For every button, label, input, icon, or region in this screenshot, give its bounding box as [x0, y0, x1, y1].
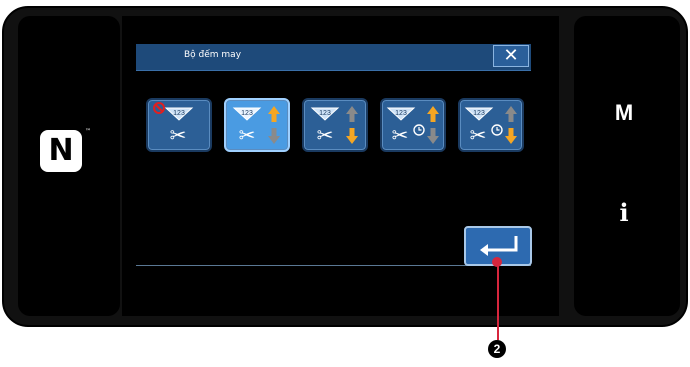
- info-key-button[interactable]: i: [600, 198, 648, 227]
- svg-text:123: 123: [319, 110, 331, 117]
- count-down-timed-button[interactable]: 123 ✂: [458, 98, 524, 152]
- nfc-icon: N: [40, 130, 82, 172]
- counter-disabled-button[interactable]: 123 ✂: [146, 98, 212, 152]
- count-down-button[interactable]: 123 ✂: [302, 98, 368, 152]
- callout-dot: [492, 257, 502, 267]
- svg-text:✂: ✂: [170, 123, 187, 147]
- svg-text:123: 123: [473, 110, 485, 117]
- count-down-icon: 123 ✂: [310, 106, 358, 147]
- right-bezel: [574, 16, 680, 316]
- svg-text:✂: ✂: [317, 123, 334, 147]
- svg-text:✂: ✂: [392, 123, 409, 147]
- count-up-icon: 123 ✂: [232, 106, 280, 147]
- svg-text:123: 123: [395, 110, 407, 117]
- close-button[interactable]: ✕: [493, 45, 529, 67]
- callout-number: 2: [488, 340, 506, 358]
- count-down-timed-icon: 123 ✂: [464, 106, 517, 147]
- svg-text:123: 123: [173, 110, 185, 117]
- callout-line: [497, 261, 499, 340]
- count-up-button[interactable]: 123 ✂: [224, 98, 290, 152]
- svg-text:123: 123: [241, 110, 253, 117]
- counter-disabled-icon: 123 ✂: [153, 102, 194, 147]
- svg-text:✂: ✂: [470, 123, 487, 147]
- svg-text:✂: ✂: [239, 123, 256, 147]
- dialog-title-bar: Bộ đếm may ✕: [136, 44, 531, 71]
- dialog-title: Bộ đếm may: [184, 50, 242, 60]
- count-up-timed-button[interactable]: 123 ✂: [380, 98, 446, 152]
- m-key-button[interactable]: M: [600, 100, 648, 126]
- trademark-mark: ™: [85, 128, 91, 135]
- count-up-timed-icon: 123 ✂: [386, 106, 439, 147]
